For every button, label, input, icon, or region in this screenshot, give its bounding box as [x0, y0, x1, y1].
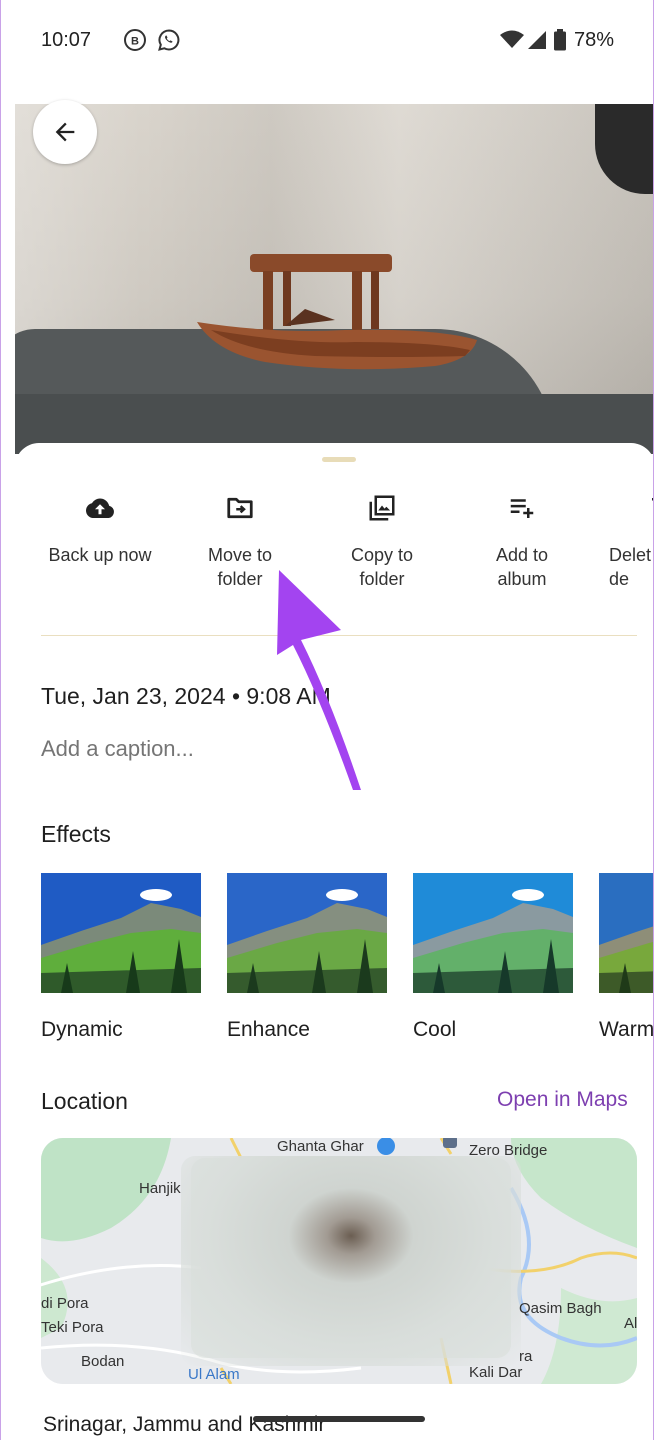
delete-button[interactable]: Delet de — [599, 493, 653, 591]
location-title: Location — [41, 1088, 128, 1114]
effect-warm[interactable]: Warm — [599, 873, 654, 1042]
map-label: Teki Pora — [41, 1319, 104, 1336]
back-button[interactable] — [33, 100, 97, 164]
action-label: Delet de — [609, 545, 652, 589]
effect-thumbnail — [41, 873, 201, 993]
boat-image — [197, 254, 477, 370]
b-icon: B — [124, 29, 146, 51]
map-label: Ghanta Ghar — [277, 1138, 364, 1155]
effect-enhance[interactable]: Enhance — [227, 873, 387, 1042]
action-label: Back up now — [48, 545, 152, 565]
photo-date[interactable]: Tue, Jan 23, 2024 • 9:08 AM — [41, 683, 331, 710]
battery-percent: 78% — [574, 29, 615, 51]
drag-handle[interactable] — [322, 457, 356, 462]
status-time: 10:07 — [41, 29, 92, 51]
folder-move-icon — [227, 497, 253, 519]
effect-label: Cool — [413, 1018, 457, 1041]
add-to-album-button[interactable]: Add to album — [457, 493, 587, 591]
effect-thumbnail — [599, 873, 653, 993]
map-label: Bodan — [81, 1353, 125, 1370]
map-label: di Pora — [41, 1295, 89, 1312]
cloud-upload-icon — [86, 498, 114, 518]
battery-icon — [554, 29, 566, 51]
add-to-album-icon — [510, 499, 534, 518]
signal-icon — [528, 31, 546, 49]
action-label: Copy to folder — [350, 545, 414, 589]
whatsapp-icon — [158, 29, 180, 51]
effect-label: Enhance — [227, 1018, 310, 1041]
caption-input[interactable]: Add a caption... — [41, 736, 194, 762]
status-bar: 10:07 B 78% — [1, 0, 653, 104]
effects-title: Effects — [41, 821, 111, 847]
location-map[interactable]: Ghanta Ghar Zero Bridge Hanjik di Pora T… — [41, 1138, 637, 1384]
divider — [41, 635, 637, 636]
effect-cool[interactable]: Cool — [413, 873, 573, 1042]
gesture-nav-bar[interactable] — [253, 1416, 425, 1422]
map-label: Al — [624, 1315, 637, 1332]
action-label: Move to folder — [207, 545, 273, 589]
map-label: Kali Dar — [469, 1364, 523, 1381]
screen: 10:07 B 78% Back up now Move to folder C… — [0, 0, 654, 1440]
photo[interactable] — [15, 104, 653, 454]
move-to-folder-button[interactable]: Move to folder — [175, 493, 305, 591]
map-label: ra — [519, 1348, 533, 1365]
delete-icon — [652, 498, 653, 501]
action-row: Back up now Move to folder Copy to folde… — [15, 493, 653, 603]
effect-label: Warm — [599, 1018, 654, 1041]
open-in-maps-link[interactable]: Open in Maps — [497, 1088, 628, 1112]
arrow-left-icon — [55, 122, 75, 142]
effect-thumbnail — [227, 873, 387, 993]
map-label: Ul Alam — [188, 1366, 240, 1383]
map-label: Qasim Bagh — [519, 1300, 602, 1317]
blurred-region — [181, 1156, 521, 1366]
map-label: Zero Bridge — [469, 1142, 548, 1159]
map-label: Hanjik — [139, 1180, 181, 1197]
copy-to-folder-icon — [369, 495, 395, 521]
effect-label: Dynamic — [41, 1018, 123, 1041]
copy-to-folder-button[interactable]: Copy to folder — [317, 493, 447, 591]
action-label: Add to album — [495, 545, 549, 589]
effect-thumbnail — [413, 873, 573, 993]
details-sheet: Back up now Move to folder Copy to folde… — [15, 443, 654, 1440]
effect-dynamic[interactable]: Dynamic — [41, 873, 201, 1042]
svg-text:B: B — [131, 36, 139, 48]
back-up-now-button[interactable]: Back up now — [35, 493, 165, 567]
wifi-icon — [500, 30, 524, 48]
